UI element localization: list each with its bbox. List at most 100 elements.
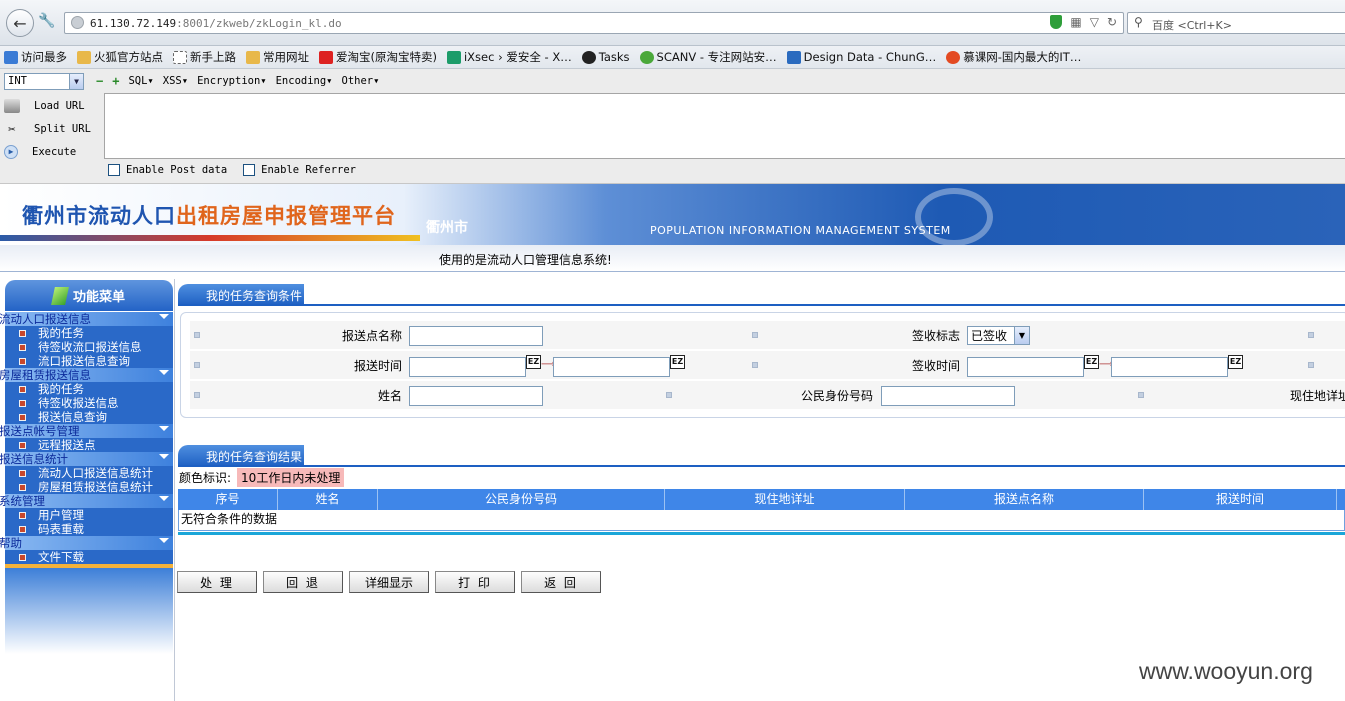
bookmark-item[interactable]: 常用网址	[246, 49, 309, 65]
menu-group-title[interactable]: 报送信息统计	[0, 452, 173, 466]
action-buttons: 处 理 回 退 详细显示 打 印 返 回	[177, 571, 601, 593]
name-input[interactable]	[409, 386, 543, 406]
menu-item[interactable]: 待签收流口报送信息	[5, 340, 173, 354]
hackbar-menu-item[interactable]: Encoding▾	[276, 75, 333, 87]
hackbar-url-textarea[interactable]	[104, 93, 1345, 159]
bullet-icon	[1308, 362, 1314, 368]
doc-bullet-icon	[19, 441, 26, 449]
hackbar-type-select[interactable]: INT ▼	[4, 72, 84, 90]
menu-item[interactable]: 码表重载	[5, 522, 173, 536]
send-time-start-input[interactable]	[409, 357, 526, 377]
send-time-label: 报送时间	[353, 359, 402, 373]
hackbar-menu-item[interactable]: XSS▾	[163, 75, 188, 87]
menu-item[interactable]: 我的任务	[5, 326, 173, 340]
execute-button[interactable]: ▶ Execute	[4, 140, 100, 163]
column-header[interactable]: 公民身份号码	[378, 489, 665, 510]
url-text: 61.130.72.149:8001/zkweb/zkLogin_kl.do	[90, 17, 342, 30]
print-button[interactable]: 打 印	[435, 571, 515, 593]
enable-referrer-checkbox[interactable]: Enable Referrer	[243, 164, 356, 176]
bookmark-item[interactable]: 新手上路	[173, 49, 236, 65]
hackbar-menu-item[interactable]: Encryption▾	[197, 75, 267, 87]
plus-icon[interactable]: +	[112, 74, 119, 88]
calendar-icon[interactable]: EZ	[1084, 355, 1099, 369]
process-button[interactable]: 处 理	[177, 571, 257, 593]
minus-icon[interactable]: −	[96, 74, 103, 88]
column-header[interactable]: 报送时间	[1144, 489, 1337, 510]
bookmark-item[interactable]: 慕课网-国内最大的IT…	[946, 49, 1081, 65]
column-header[interactable]: 报送点名称	[905, 489, 1144, 510]
qr-code-icon[interactable]: ▦	[1070, 15, 1081, 29]
hackbar-select-value: INT	[8, 75, 27, 87]
dropdown-icon[interactable]: ▽	[1090, 15, 1099, 29]
site-name-input[interactable]	[409, 326, 543, 346]
menu-title: 功能菜单	[72, 290, 125, 305]
bullet-icon	[666, 392, 672, 398]
menu-item[interactable]: 待签收报送信息	[5, 396, 173, 410]
bookmark-label: 访问最多	[21, 50, 67, 64]
search-bar[interactable]: ⚲ 百度 <Ctrl+K>	[1127, 12, 1345, 34]
doc-bullet-icon	[19, 385, 26, 393]
id-number-input[interactable]	[881, 386, 1015, 406]
menu-group-title[interactable]: 房屋租赁报送信息	[0, 368, 173, 382]
sign-time-end-input[interactable]	[1111, 357, 1228, 377]
bookmark-label: iXsec › 爱安全 - X…	[463, 50, 572, 64]
bookmark-item[interactable]: Design Data - ChunG…	[786, 50, 936, 64]
menu-group-title[interactable]: 报送点帐号管理	[0, 424, 173, 438]
menu-item[interactable]: 报送信息查询	[5, 410, 173, 424]
menu-group-title[interactable]: 帮助	[0, 536, 173, 550]
calendar-icon[interactable]: EZ	[526, 355, 541, 369]
back-button[interactable]: ←	[6, 9, 34, 37]
bookmark-item[interactable]: 访问最多	[4, 49, 67, 65]
hackbar-menu-item[interactable]: Other▾	[342, 75, 380, 87]
menu-item[interactable]: 远程报送点	[5, 438, 173, 452]
sign-flag-select[interactable]: 已签收 ▼	[967, 326, 1030, 345]
menu-item[interactable]: 流动人口报送信息统计	[5, 466, 173, 480]
query-row-3: 姓名 公民身份号码 现住地详址	[190, 381, 1345, 409]
chevron-down-icon: ▼	[1014, 327, 1029, 344]
detail-button[interactable]: 详细显示	[349, 571, 429, 593]
send-time-end-input[interactable]	[553, 357, 670, 377]
bookmark-label: 新手上路	[190, 50, 236, 64]
sign-time-start-input[interactable]	[967, 357, 1084, 377]
menu-group-title[interactable]: 流动人口报送信息	[0, 312, 173, 326]
return-button[interactable]: 返 回	[521, 571, 601, 593]
doc-bullet-icon	[19, 399, 26, 407]
bullet-icon	[752, 362, 758, 368]
leaf-icon	[51, 286, 69, 305]
search-input[interactable]: 百度 <Ctrl+K>	[1152, 17, 1232, 33]
query-section-header: 我的任务查询条件	[178, 284, 304, 306]
hackbar-menu-item[interactable]: SQL▾	[128, 75, 153, 87]
load-url-button[interactable]: Load URL	[4, 94, 100, 117]
bookmark-label: 火狐官方站点	[94, 50, 163, 64]
menu-item[interactable]: 房屋租赁报送信息统计	[5, 480, 173, 494]
reload-icon[interactable]: ↻	[1107, 15, 1117, 29]
column-header[interactable]: 现住地详址	[665, 489, 905, 510]
calendar-icon[interactable]: EZ	[670, 355, 685, 369]
legend-tag: 10工作日内未处理	[237, 468, 345, 487]
doc-bullet-icon	[19, 469, 26, 477]
menu-group-title[interactable]: 系统管理	[0, 494, 173, 508]
bookmark-item[interactable]: SCANV - 专注网站安…	[639, 49, 777, 65]
menu-item[interactable]: 我的任务	[5, 382, 173, 396]
menu-item[interactable]: 文件下载	[5, 550, 173, 564]
chevron-down-icon: ▼	[69, 73, 83, 89]
rollback-button[interactable]: 回 退	[263, 571, 343, 593]
column-header[interactable]: 姓名	[278, 489, 378, 510]
column-header[interactable]: 序号	[178, 489, 278, 510]
menu-item[interactable]: 流口报送信息查询	[5, 354, 173, 368]
wrench-icon[interactable]: 🔧	[38, 13, 55, 29]
menu-item[interactable]: 用户管理	[5, 508, 173, 522]
bookmark-item[interactable]: iXsec › 爱安全 - X…	[446, 49, 572, 65]
bookmark-item[interactable]: 爱淘宝(原淘宝特卖)	[319, 49, 437, 65]
shield-icon[interactable]	[1050, 15, 1063, 29]
enable-post-checkbox[interactable]: Enable Post data	[108, 164, 227, 176]
query-row-2: 报送时间 EZ ⟶ EZ 签收时间 EZ ⟶ EZ	[190, 351, 1345, 379]
bookmark-item[interactable]: Tasks	[581, 50, 630, 64]
address-label: 现住地详址	[1289, 389, 1345, 403]
bookmark-item[interactable]: 火狐官方站点	[77, 49, 163, 65]
folder-icon	[246, 50, 260, 64]
address-bar[interactable]: 61.130.72.149:8001/zkweb/zkLogin_kl.do ▦…	[64, 12, 1124, 34]
split-url-button[interactable]: ✂ Split URL	[4, 117, 100, 140]
flame-icon	[946, 50, 961, 64]
calendar-icon[interactable]: EZ	[1228, 355, 1243, 369]
